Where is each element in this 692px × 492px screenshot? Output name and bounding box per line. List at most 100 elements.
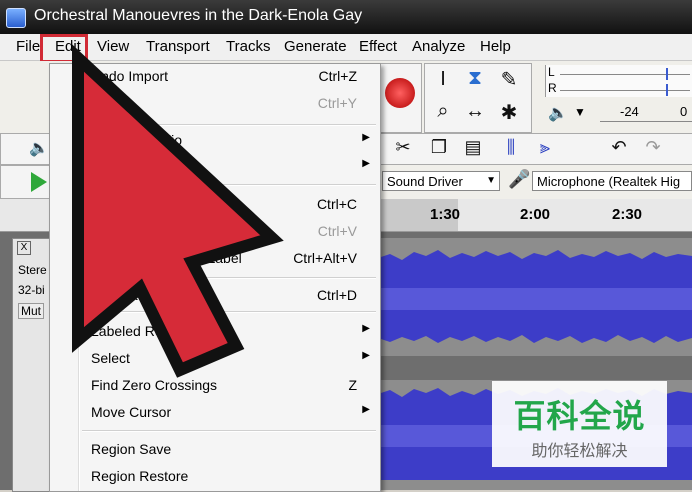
menu-item-label: Labeled Regions xyxy=(91,323,197,339)
recording-device-select[interactable]: Microphone (Realtek Hig xyxy=(532,171,692,191)
play-icon[interactable] xyxy=(31,172,47,192)
menu-item-shortcut: Ctrl+D xyxy=(316,287,357,303)
menu-separator xyxy=(82,311,376,313)
meter-left-bar xyxy=(560,74,690,75)
menu-item-label: Find Zero Crossings xyxy=(91,377,218,393)
transport-record-group xyxy=(380,63,422,133)
menu-item-move-cursor[interactable]: Move Cursor ▶ xyxy=(50,400,380,424)
menu-item-shortcut: Ctrl+Z xyxy=(318,68,358,84)
menu-tracks[interactable]: Tracks xyxy=(226,38,270,55)
window-title: Orchestral Manouevres in the Dark-Enola … xyxy=(34,7,363,24)
menu-item-copy[interactable]: Copy Ctrl+C xyxy=(50,192,380,216)
menu-separator xyxy=(82,430,376,432)
menu-analyze[interactable]: Analyze xyxy=(412,38,465,55)
menu-item-region-save[interactable]: Region Save xyxy=(50,437,380,461)
envelope-tool-icon[interactable]: ⧗ xyxy=(461,67,489,90)
meter-right-peak xyxy=(666,84,668,96)
chevron-down-icon: ▼ xyxy=(486,175,496,186)
watermark-logo: 百科全说 助你轻松解决 xyxy=(492,381,667,467)
menu-separator xyxy=(82,277,376,279)
submenu-arrow-icon: ▶ xyxy=(362,350,370,361)
redo-icon[interactable]: ↷ xyxy=(639,137,667,158)
microphone-icon: 🎤 xyxy=(508,169,531,189)
submenu-arrow-icon: ▶ xyxy=(362,158,370,169)
cut-icon[interactable]: ✂ xyxy=(389,137,417,158)
menu-bar: File Edit View Transport Tracks Generate… xyxy=(0,34,692,61)
ruler-tick: 2:00 xyxy=(520,206,551,223)
undo-icon[interactable]: ↶ xyxy=(605,137,633,158)
menu-item-label: Clip Boundaries xyxy=(91,158,190,174)
track-format: 32-bi xyxy=(18,283,45,297)
menu-item-undo[interactable]: Undo Import Ctrl+Z xyxy=(50,64,380,88)
zoom-tool-icon[interactable]: ⌕ xyxy=(429,100,457,123)
menu-help[interactable]: Help xyxy=(480,38,511,55)
menu-item-shortcut: Ctrl+Y xyxy=(317,95,357,111)
copy-icon[interactable]: ❐ xyxy=(425,137,453,158)
selection-tool-icon[interactable]: I xyxy=(429,68,457,91)
play-group xyxy=(0,165,52,199)
app-icon xyxy=(6,8,26,28)
watermark-tagline: 助你轻松解决 xyxy=(531,443,628,460)
meter-scale-line xyxy=(600,121,692,122)
multi-tool-icon[interactable]: ✱ xyxy=(495,100,523,125)
playback-device-select[interactable]: Sound Driver ▼ xyxy=(382,171,500,191)
menu-item-label: Redo xyxy=(91,95,125,111)
menu-item-label: Select xyxy=(91,350,130,366)
menu-separator xyxy=(82,184,376,186)
mute-button[interactable]: Mut xyxy=(18,303,45,319)
menu-item-label: Copy xyxy=(91,196,124,212)
title-bar: Orchestral Manouevres in the Dark-Enola … xyxy=(0,0,692,34)
menu-item-clip-boundaries[interactable]: Clip Boundaries ▶ xyxy=(50,154,380,178)
submenu-arrow-icon: ▶ xyxy=(362,404,370,415)
record-button[interactable] xyxy=(385,78,415,108)
meter-right-bar xyxy=(560,90,690,91)
menu-item-label: Region Save xyxy=(91,441,172,457)
menu-generate[interactable]: Generate xyxy=(284,38,347,55)
menu-item-redo[interactable]: Redo Ctrl+Y xyxy=(50,91,380,115)
menu-item-remove-audio[interactable]: Remove Audio ▶ xyxy=(50,128,380,152)
menu-item-paste-text-new-label[interactable]: Paste Text to New Label Ctrl+Alt+V xyxy=(50,246,380,270)
menu-item-find-zero-crossings[interactable]: Find Zero Crossings Z xyxy=(50,373,380,397)
menu-item-shortcut: Ctrl+Alt+V xyxy=(293,250,357,266)
silence-icon[interactable]: ⫸ xyxy=(531,137,559,158)
menu-view[interactable]: View xyxy=(97,38,129,55)
tools-toolbar: I ⧗ ✎ ⌕ ↔ ✱ xyxy=(424,63,532,133)
track-name: Stere xyxy=(18,263,47,277)
menu-item-label: Duplicate xyxy=(91,287,150,303)
meter-dropdown-arrow[interactable]: ▼ xyxy=(574,105,586,119)
menu-item-shortcut: Ctrl+C xyxy=(316,196,357,212)
menu-item-shortcut: Z xyxy=(348,377,357,393)
watermark-brand: 百科全说 xyxy=(513,398,646,434)
submenu-arrow-icon: ▶ xyxy=(362,132,370,143)
menu-item-label: Undo Import xyxy=(91,68,169,84)
edit-menu-highlight xyxy=(40,34,88,63)
menu-item-region-restore[interactable]: Region Restore xyxy=(50,464,380,488)
time-shift-tool-icon[interactable]: ↔ xyxy=(461,100,489,123)
trim-icon[interactable]: ⫼ xyxy=(497,137,525,158)
meter-right-label: R xyxy=(548,81,557,95)
track-close-button[interactable]: X xyxy=(17,241,31,255)
edit-toolbar: ✂ ❐ ▤ ⫼ ⫸ ↶ ↷ xyxy=(380,133,692,165)
menu-item-paste[interactable]: Paste Ctrl+V xyxy=(50,219,380,243)
menu-item-duplicate[interactable]: Duplicate Ctrl+D xyxy=(50,283,380,307)
paste-icon[interactable]: ▤ xyxy=(459,137,487,158)
menu-file[interactable]: File xyxy=(16,38,40,55)
menu-item-label: Paste Text to New Label xyxy=(91,250,242,266)
level-meter: L R xyxy=(545,65,692,97)
submenu-arrow-icon: ▶ xyxy=(362,323,370,334)
menu-transport[interactable]: Transport xyxy=(146,38,210,55)
menu-item-labeled-regions[interactable]: Labeled Regions ▶ xyxy=(50,319,380,343)
speaker-icon: 🔈 xyxy=(548,105,568,122)
meter-left-label: L xyxy=(548,65,555,79)
draw-tool-icon[interactable]: ✎ xyxy=(495,67,523,92)
menu-effect[interactable]: Effect xyxy=(359,38,397,55)
edit-dropdown-menu: Undo Import Ctrl+Z Redo Ctrl+Y Remove Audi… xyxy=(49,63,381,492)
waveform-channel-left[interactable] xyxy=(378,238,692,356)
ruler-tick: 2:30 xyxy=(612,206,643,223)
menu-item-select[interactable]: Select ▶ xyxy=(50,346,380,370)
meter-scale-24: -24 xyxy=(620,104,639,119)
meter-scale-0: 0 xyxy=(680,104,688,119)
meter-left-peak xyxy=(666,68,668,80)
volume-icon: 🔈 xyxy=(29,140,49,157)
recording-device-value: Microphone (Realtek Hig xyxy=(537,174,681,189)
